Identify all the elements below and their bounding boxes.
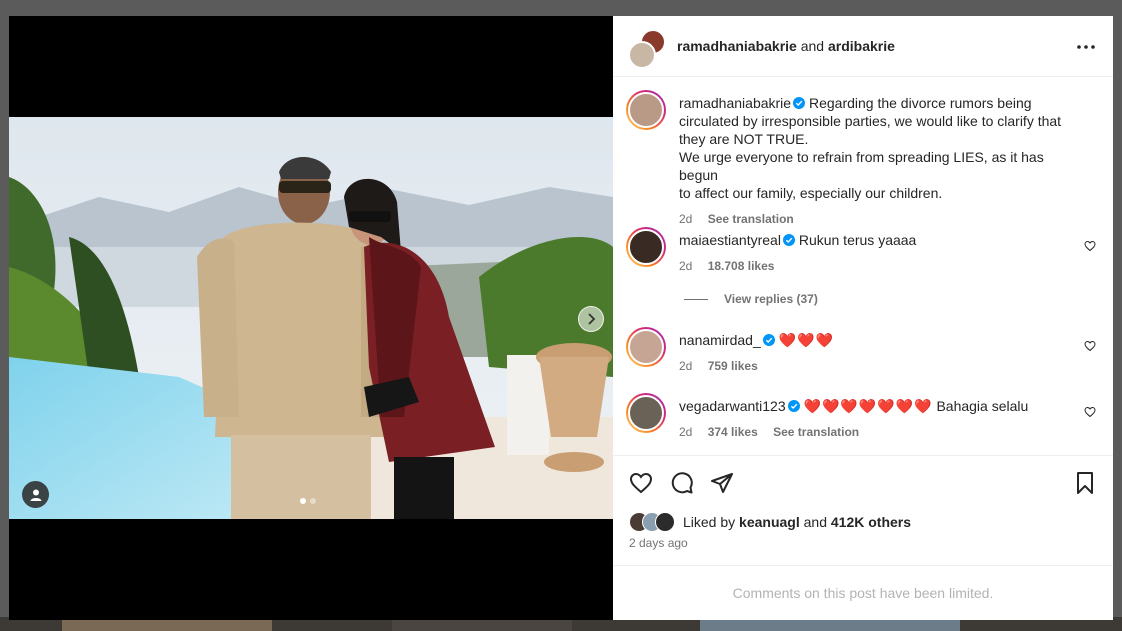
comment-button[interactable]: [670, 471, 694, 500]
heart-icon: [1084, 340, 1096, 352]
share-button[interactable]: [710, 471, 734, 500]
post-authors: ramadhaniabakrie and ardibakrie: [677, 38, 895, 54]
comment-text: ❤️❤️❤️: [778, 332, 834, 348]
divider: [684, 298, 708, 300]
view-replies-button[interactable]: View replies (37): [684, 292, 818, 306]
verified-icon: [762, 334, 775, 346]
avatar[interactable]: [626, 393, 666, 433]
comment-likes[interactable]: 374 likes: [708, 425, 758, 439]
see-translation-link[interactable]: See translation: [773, 425, 859, 439]
liked-by-user[interactable]: keanuagl: [739, 514, 800, 530]
caption-text: We urge everyone to refrain from spreadi…: [679, 149, 1044, 183]
author-username[interactable]: ramadhaniabakrie: [677, 38, 797, 54]
caption-username[interactable]: ramadhaniabakrie: [679, 95, 791, 111]
post-side-panel: ramadhaniabakrie and ardibakrie ramadhan…: [613, 16, 1113, 620]
caption-age: 2d: [679, 212, 693, 226]
see-translation-link[interactable]: See translation: [708, 212, 794, 226]
avatar: [628, 41, 656, 69]
authors-joiner: and: [800, 38, 825, 54]
like-comment-button[interactable]: [1084, 239, 1096, 257]
caption-text: Regarding the divorce rumors being: [808, 95, 1032, 111]
share-icon: [711, 473, 733, 493]
comment-age: 2d: [679, 359, 693, 373]
comment-meta: 2d 759 likes: [679, 357, 1084, 375]
comment-username[interactable]: vegadarwanti123: [679, 398, 786, 414]
liked-by: Liked by keanuagl and 412K others: [629, 512, 911, 532]
coauthor-username[interactable]: ardibakrie: [828, 38, 895, 54]
liked-by-joiner: and: [803, 514, 827, 530]
caption-text: circulated by irresponsible parties, we …: [679, 113, 1062, 129]
bookmark-icon: [1077, 472, 1093, 494]
comment-likes[interactable]: 759 likes: [708, 359, 758, 373]
comment-age: 2d: [679, 425, 693, 439]
liked-avatars: [629, 512, 677, 532]
heart-icon: [1084, 240, 1096, 252]
next-image-button[interactable]: [578, 306, 604, 332]
caption-meta: 2d See translation: [679, 210, 1084, 228]
save-button[interactable]: [1073, 471, 1097, 500]
verified-icon: [782, 234, 795, 246]
comment-icon: [671, 472, 693, 494]
more-options-button[interactable]: [1077, 36, 1095, 54]
post-header: ramadhaniabakrie and ardibakrie: [613, 16, 1113, 77]
comment-username[interactable]: nanamirdad_: [679, 332, 761, 348]
liked-by-prefix: Liked by: [683, 514, 736, 530]
post-modal: ramadhaniabakrie and ardibakrie ramadhan…: [9, 16, 1113, 620]
comment-username[interactable]: maiaestiantyreal: [679, 232, 781, 248]
post-timestamp[interactable]: 2 days ago: [629, 536, 688, 550]
collab-avatars[interactable]: [628, 29, 666, 69]
comment-meta: 2d 374 likes See translation: [679, 423, 1084, 441]
verified-icon: [793, 97, 806, 109]
more-icon: [1077, 45, 1095, 49]
heart-icon: [629, 472, 653, 494]
comment-age: 2d: [679, 259, 693, 273]
view-replies-label: View replies (37): [724, 292, 818, 306]
like-button[interactable]: [629, 471, 653, 500]
verified-icon: [787, 400, 800, 412]
comment-meta: 2d 18.708 likes: [679, 257, 1084, 275]
comment-text: Bahagia selalu: [936, 398, 1029, 414]
caption-text: to affect our family, especially our chi…: [679, 185, 943, 201]
like-comment-button[interactable]: [1084, 339, 1096, 357]
avatar[interactable]: [626, 90, 666, 130]
user-tags-button[interactable]: [22, 481, 49, 508]
avatar: [655, 512, 675, 532]
comment-text: Rukun terus yaaaa: [798, 232, 917, 248]
comment-text: ❤️❤️❤️❤️❤️❤️❤️: [803, 398, 933, 414]
avatar[interactable]: [626, 227, 666, 267]
caption-text: they are NOT TRUE.: [679, 131, 809, 147]
post-photo[interactable]: [9, 117, 613, 519]
chevron-right-icon: [588, 313, 596, 325]
post-media: [9, 16, 613, 620]
comments-limited-notice: Comments on this post have been limited.: [613, 565, 1113, 620]
carousel-dot: [310, 498, 316, 504]
post-actions: Liked by keanuagl and 412K others 2 days…: [613, 455, 1113, 566]
like-comment-button[interactable]: [1084, 405, 1096, 423]
comments-list: ramadhaniabakrie Regarding the divorce r…: [613, 77, 1113, 455]
carousel-dot-active: [300, 498, 306, 504]
comment-likes[interactable]: 18.708 likes: [708, 259, 775, 273]
carousel-indicator: [300, 498, 316, 504]
user-tag-icon: [30, 489, 41, 501]
avatar[interactable]: [626, 327, 666, 367]
likes-count[interactable]: 412K others: [831, 514, 911, 530]
heart-icon: [1084, 406, 1096, 418]
